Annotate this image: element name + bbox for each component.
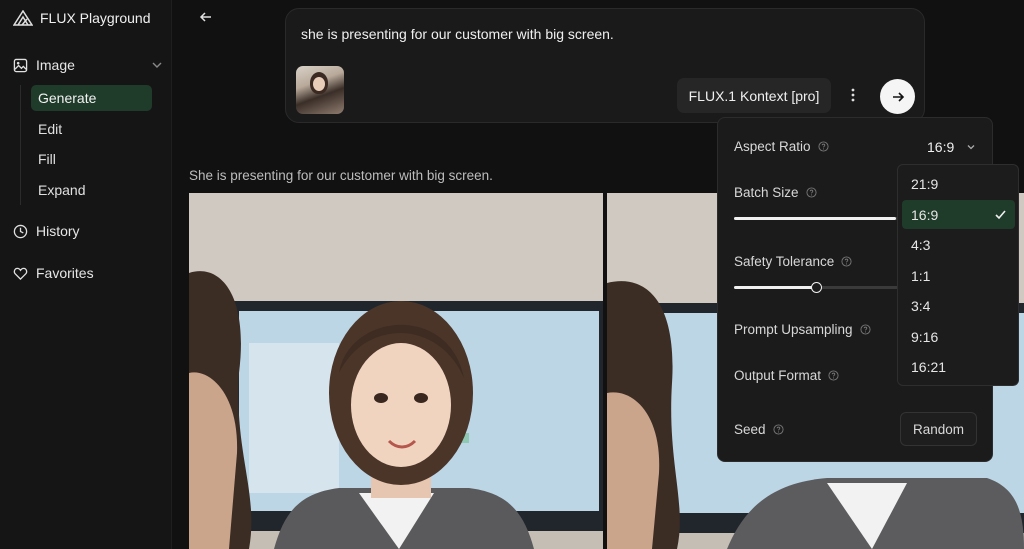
aspect-option-21-9[interactable]: 21:9 [902, 169, 1015, 198]
prompt-upsampling-label-text: Prompt Upsampling [734, 322, 853, 337]
prompt-upsampling-label: Prompt Upsampling [734, 322, 871, 337]
help-circle-icon[interactable] [818, 141, 829, 152]
aspect-ratio-label: Aspect Ratio [734, 139, 829, 154]
sidebar-item-label: History [36, 223, 80, 239]
aspect-option-label: 3:4 [911, 297, 931, 314]
aspect-option-9-16[interactable]: 9:16 [902, 322, 1015, 351]
safety-tolerance-slider[interactable] [734, 282, 898, 293]
seed-label: Seed [734, 422, 784, 437]
prompt-input[interactable]: she is presenting for our customer with … [301, 26, 614, 42]
aspect-option-label: 1:1 [911, 267, 931, 284]
safety-tolerance-label: Safety Tolerance [734, 254, 852, 269]
output-format-label: Output Format [734, 368, 839, 383]
aspect-ratio-value: 16:9 [927, 139, 955, 155]
help-circle-icon[interactable] [806, 187, 817, 198]
generated-image-1[interactable] [189, 193, 603, 549]
aspect-option-label: 21:9 [911, 175, 939, 192]
result-caption: She is presenting for our customer with … [189, 168, 493, 183]
aspect-option-4-3[interactable]: 4:3 [902, 230, 1015, 259]
sidebar-item-favorites[interactable]: Favorites [13, 265, 94, 281]
safety-tolerance-slider-fill [734, 286, 816, 289]
sidebar-item-image[interactable]: Image [13, 57, 162, 73]
sidebar-item-generate[interactable]: Generate [31, 85, 152, 111]
seed-label-text: Seed [734, 422, 766, 437]
output-format-label-text: Output Format [734, 368, 822, 383]
aspect-option-3-4[interactable]: 3:4 [902, 291, 1015, 320]
aspect-option-1-1[interactable]: 1:1 [902, 261, 1015, 290]
safety-tolerance-label-text: Safety Tolerance [734, 254, 835, 269]
help-circle-icon[interactable] [860, 324, 871, 335]
prompt-box[interactable]: she is presenting for our customer with … [285, 8, 925, 123]
sidebar: FLUX Playground Image Generate Edit Fill… [0, 0, 172, 549]
random-seed-button[interactable]: Random [900, 412, 977, 446]
aspect-ratio-dropdown: 21:9 16:9 4:3 1:1 3:4 9:16 16:21 [897, 164, 1019, 386]
aspect-option-16-9[interactable]: 16:9 [902, 200, 1015, 229]
heart-icon [13, 267, 28, 280]
check-icon [995, 210, 1006, 220]
aspect-ratio-select[interactable]: 16:9 [927, 139, 976, 155]
sidebar-item-fill[interactable]: Fill [31, 146, 152, 172]
model-select-button[interactable]: FLUX.1 Kontext [pro] [677, 78, 831, 113]
sidebar-item-label: Favorites [36, 265, 94, 281]
safety-tolerance-slider-knob[interactable] [811, 282, 822, 293]
batch-size-label-text: Batch Size [734, 185, 799, 200]
chevron-down-icon[interactable] [151, 59, 163, 71]
help-circle-icon[interactable] [828, 370, 839, 381]
help-circle-icon[interactable] [841, 256, 852, 267]
arrow-right-icon [892, 91, 904, 102]
clock-icon [13, 224, 28, 238]
brand[interactable]: FLUX Playground [13, 10, 151, 26]
app-title: FLUX Playground [40, 10, 151, 26]
sidebar-item-label: Image [36, 57, 75, 73]
batch-size-label: Batch Size [734, 185, 817, 200]
help-circle-icon[interactable] [772, 424, 784, 435]
aspect-ratio-label-text: Aspect Ratio [734, 139, 811, 154]
batch-size-slider[interactable] [734, 217, 904, 220]
flux-logo-icon [13, 10, 33, 26]
aspect-option-label: 4:3 [911, 236, 931, 253]
reference-image-thumbnail[interactable] [296, 66, 344, 114]
image-icon [13, 58, 28, 72]
sidebar-item-history[interactable]: History [13, 223, 80, 239]
sidebar-item-expand[interactable]: Expand [31, 177, 152, 203]
sidebar-item-edit[interactable]: Edit [31, 116, 152, 142]
aspect-option-label: 9:16 [911, 328, 939, 345]
aspect-option-16-21[interactable]: 16:21 [902, 352, 1015, 381]
aspect-option-label: 16:21 [911, 358, 947, 375]
generated-image-1-art [189, 193, 603, 549]
more-options-icon[interactable] [846, 87, 860, 103]
image-subnav: Generate Edit Fill Expand [20, 85, 152, 205]
batch-size-slider-fill [734, 217, 896, 220]
flux-playground-app: FLUX Playground Image Generate Edit Fill… [0, 0, 1024, 549]
chevron-down-icon [967, 145, 975, 150]
back-arrow-icon[interactable] [198, 9, 214, 25]
aspect-option-label: 16:9 [911, 206, 939, 223]
send-button[interactable] [880, 79, 915, 114]
